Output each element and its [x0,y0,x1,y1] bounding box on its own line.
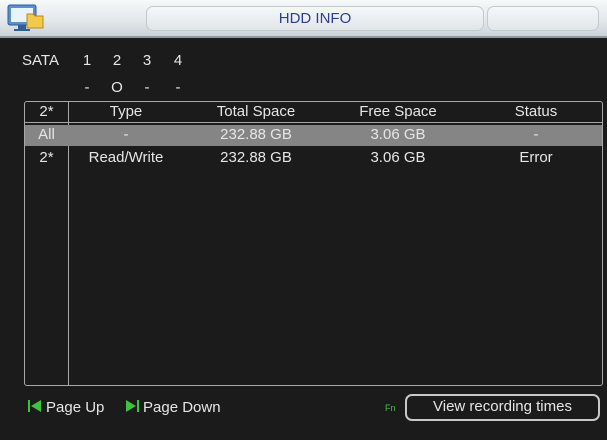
sata-port-number: 1 [82,52,92,69]
sata-port-number: 4 [173,52,183,69]
title-bar-right-panel [487,6,599,31]
cell-disk: 2* [39,149,54,166]
sata-port-status: - [175,79,181,96]
table-row[interactable]: 2* Read/Write 232.88 GB 3.06 GB Error [25,148,602,169]
cell-total-space: 232.88 GB [220,126,292,143]
cell-status: - [533,126,539,143]
page-up-label: Page Up [46,398,105,416]
sata-label: SATA [22,52,59,69]
hdd-info-window: HDD INFO SATA 1 2 3 4 - O - - 2* Type To… [0,0,607,440]
cell-type: - [123,126,129,143]
sata-port-number: 2 [112,52,122,69]
cell-status: Error [519,149,553,166]
fn-hint: Fn [385,403,396,413]
page-down-label: Page Down [143,398,221,416]
page-up-button[interactable]: Page Up [28,397,104,417]
title-bar: HDD INFO [0,0,607,38]
cell-free-space: 3.06 GB [370,149,426,166]
column-header-status: Status [514,103,558,120]
sata-port-number: 3 [142,52,152,69]
cell-disk: All [38,126,55,143]
table-header: 2* Type Total Space Free Space Status [25,102,602,123]
page-down-icon [125,399,143,416]
sata-port-status: - [144,79,150,96]
hdd-table: 2* Type Total Space Free Space Status Al… [24,101,603,386]
cell-free-space: 3.06 GB [370,126,426,143]
cell-total-space: 232.88 GB [220,149,292,166]
column-header-total-space: Total Space [216,103,296,120]
column-header-type: Type [109,103,143,120]
sata-port-status: O [111,79,123,96]
hdd-info-icon [5,2,45,34]
sata-port-status: - [84,79,90,96]
table-row[interactable]: All - 232.88 GB 3.06 GB - [25,125,602,146]
cell-type: Read/Write [88,149,164,166]
page-up-icon [28,399,46,416]
column-header-free-space: Free Space [359,103,437,120]
column-header-disk: 2* [39,103,54,120]
window-title: HDD INFO [146,6,484,31]
view-recording-times-button[interactable]: View recording times [405,394,600,421]
page-down-button[interactable]: Page Down [125,397,221,417]
